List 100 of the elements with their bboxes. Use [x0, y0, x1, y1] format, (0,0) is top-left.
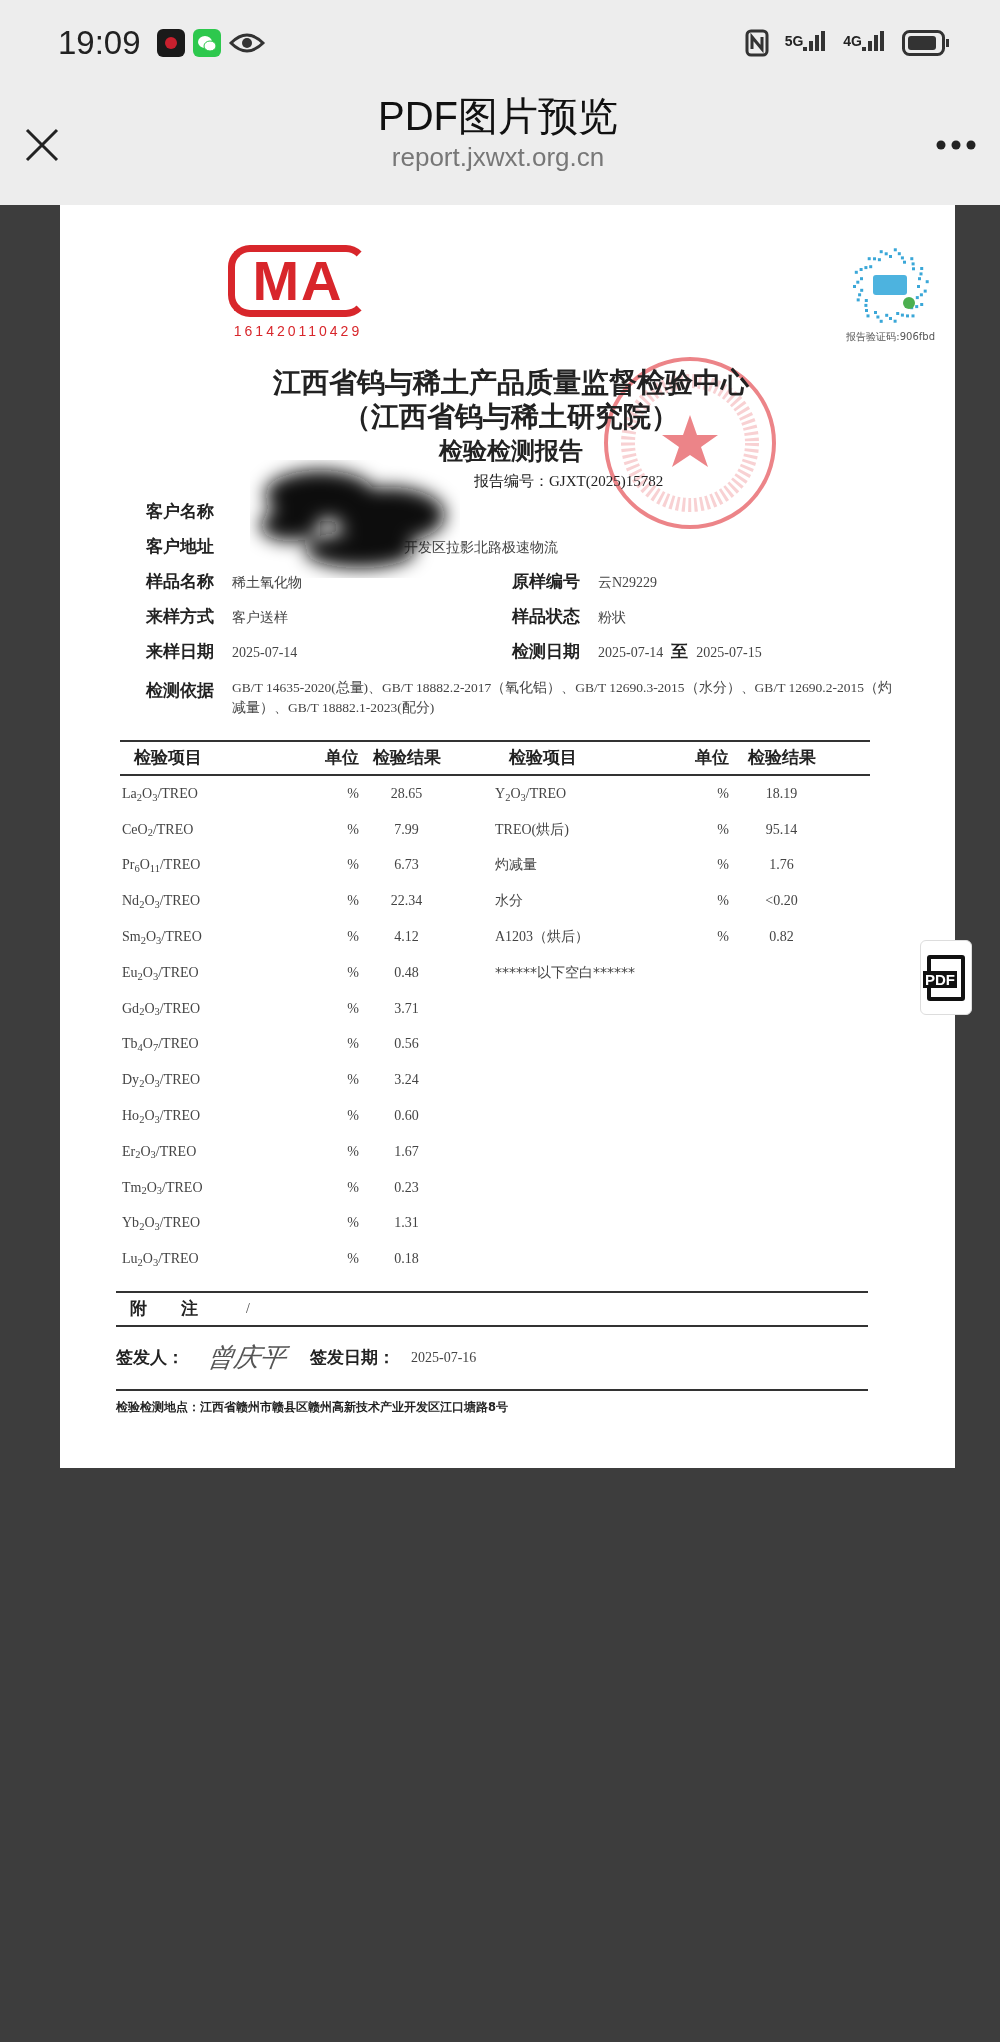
- result-value: 1.76: [768, 856, 795, 875]
- unit-cell-text: %: [346, 820, 359, 839]
- field-label: 检测依据: [146, 678, 215, 702]
- result-value: 1.31: [393, 1214, 420, 1233]
- item-name: Sm$_{2}$O$_{3}$/TREO: [121, 928, 203, 948]
- result-value: 6.73: [393, 856, 420, 875]
- unit-cell-text: %: [346, 928, 359, 947]
- certification-number: 161420110429: [233, 322, 363, 341]
- signal-indicator: 5G: [784, 30, 828, 55]
- result-value: 4.12: [393, 928, 420, 947]
- signal-indicator: 4G: [843, 30, 886, 55]
- item-name: Nd$_{2}$O$_{3}$/TREO: [121, 892, 202, 912]
- item-name: TREO(烘后): [494, 820, 570, 839]
- item-name: CeO$_{2}$/TREO: [121, 820, 195, 840]
- note-label: 附 注: [130, 1296, 198, 1320]
- blank-line-note: ******以下空白******: [494, 962, 636, 982]
- result-value: 3.24: [393, 1071, 420, 1090]
- result-value: 7.99: [393, 820, 420, 839]
- note-value: /: [246, 1300, 250, 1319]
- item-name: Eu$_{2}$O$_{3}$/TREO: [121, 963, 200, 983]
- unit-cell-text: %: [346, 1178, 359, 1197]
- clock: 19:09: [58, 22, 141, 63]
- unit-cell-text: %: [346, 892, 359, 911]
- more-icon[interactable]: [936, 140, 976, 150]
- field-label: 来样日期: [146, 640, 215, 664]
- item-name: Dy$_{2}$O$_{3}$/TREO: [121, 1071, 202, 1091]
- field-label: 原样编号: [512, 570, 581, 594]
- result-value: 0.82: [768, 928, 795, 947]
- item-name: Pr$_{6}$O$_{11}$/TREO: [121, 856, 202, 876]
- unit-cell-text: %: [346, 784, 359, 803]
- field-value: 2025-07-14: [232, 643, 298, 662]
- field-value: 稀土氧化物: [232, 573, 302, 592]
- pdf-button[interactable]: PDF: [920, 940, 972, 1015]
- item-name: Er$_{2}$O$_{3}$/TREO: [121, 1142, 198, 1162]
- issue-date-label: 签发日期：: [310, 1345, 395, 1369]
- field-value: 粉状: [598, 608, 626, 627]
- unit-cell-text: %: [716, 820, 729, 839]
- result-value: 0.56: [393, 1035, 420, 1054]
- unit-cell-text: %: [346, 1071, 359, 1090]
- item-name: 水分: [494, 892, 524, 911]
- signer-label: 签发人：: [116, 1345, 184, 1369]
- result-value: 18.19: [764, 784, 799, 803]
- result-value: 3.71: [393, 999, 420, 1018]
- item-name: Gd$_{2}$O$_{3}$/TREO: [121, 999, 202, 1019]
- field-label: 样品名称: [146, 570, 215, 594]
- result-value: 1.67: [393, 1142, 420, 1161]
- field-label: 检测日期: [512, 640, 581, 664]
- close-icon[interactable]: [24, 127, 60, 163]
- result-value: 95.14: [764, 820, 799, 839]
- field-value: 2025-07-15: [696, 643, 762, 662]
- unit-cell-text: %: [346, 999, 359, 1018]
- field-value: 开发区拉影北路极速物流: [404, 538, 558, 557]
- unit-cell-text: %: [346, 1250, 359, 1269]
- item-name: Tb$_{4}$O$_{7}$/TREO: [121, 1035, 200, 1055]
- column-header: 检验项目: [133, 745, 203, 769]
- unit-cell-text: %: [346, 856, 359, 875]
- unit-cell-text: %: [346, 1035, 359, 1054]
- field-value: 客户送样: [232, 608, 288, 627]
- app-icon: [156, 28, 185, 57]
- verification-code: 报告验证码:906fbd: [846, 330, 935, 344]
- unit-cell-text: %: [716, 892, 729, 911]
- column-header: 单位: [324, 745, 359, 769]
- unit-cell-text: %: [346, 963, 359, 982]
- item-name: Y$_{2}$O$_{3}$/TREO: [494, 784, 568, 804]
- report-number: 报告编号：GJXT(2025)15782: [474, 472, 665, 491]
- date-separator: 至: [671, 640, 689, 664]
- unit-cell-text: %: [346, 1107, 359, 1126]
- nfc-icon: [744, 28, 769, 57]
- item-name: Ho$_{2}$O$_{3}$/TREO: [121, 1107, 202, 1127]
- item-name: Tm$_{2}$O$_{3}$/TREO: [121, 1178, 204, 1198]
- result-value: 0.18: [393, 1250, 420, 1269]
- column-header: 检验结果: [746, 745, 817, 769]
- unit-cell-text: %: [716, 928, 729, 947]
- result-value: 0.48: [393, 963, 420, 982]
- item-name: 灼减量: [494, 856, 538, 875]
- unit-cell-text: %: [346, 1214, 359, 1233]
- result-value: 28.65: [389, 784, 424, 803]
- chat-app-icon: [192, 28, 221, 57]
- field-value: GB/T 14635-2020(总量)、GB/T 18882.2-2017（氧化铝）、GB/T 12690.3-2015（水分）、GB/T 12690.2-2015（灼减量）、GB/T 18882.1-2023(配分): [232, 678, 893, 717]
- item-name: Yb$_{2}$O$_{3}$/TREO: [121, 1214, 202, 1234]
- column-header: 检验项目: [508, 745, 578, 769]
- result-value: 0.23: [393, 1178, 420, 1197]
- field-value: 云N29229: [598, 573, 658, 592]
- report-title: 检验检测报告: [437, 437, 584, 466]
- field-label: 来样方式: [146, 605, 215, 629]
- item-name: La$_{2}$O$_{3}$/TREO: [121, 784, 199, 804]
- signature: 曾庆平: [205, 1341, 289, 1375]
- page-title: PDF图片预览: [378, 93, 618, 138]
- field-label: 样品状态: [512, 605, 581, 629]
- unit-cell-text: %: [716, 856, 729, 875]
- field-label: 客户名称: [146, 500, 215, 524]
- issue-date: 2025-07-16: [411, 1349, 477, 1368]
- test-location: 检验检测地点：江西省赣州市赣县区赣州高新技术产业开发区江口塘路8号: [116, 1398, 509, 1416]
- page-url: report.jxwxt.org.cn: [391, 140, 605, 174]
- field-label: 客户地址: [146, 535, 215, 559]
- result-value: 22.34: [389, 892, 424, 911]
- field-value: 2025-07-14: [598, 643, 664, 662]
- column-header: 单位: [694, 745, 729, 769]
- item-name: Lu$_{2}$O$_{3}$/TREO: [121, 1250, 200, 1270]
- item-name: A1203（烘后）: [494, 928, 591, 947]
